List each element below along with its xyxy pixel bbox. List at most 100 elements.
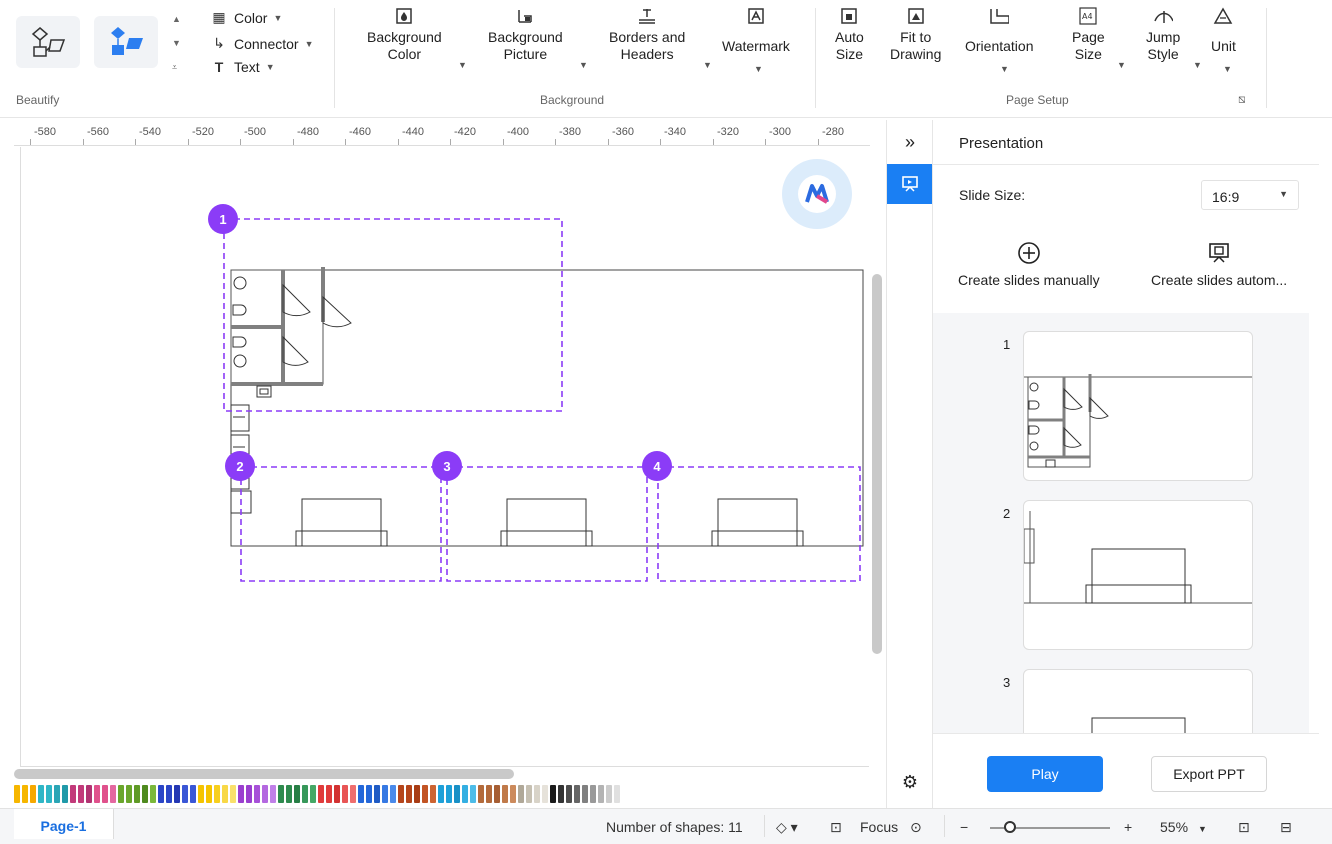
color-swatch[interactable]	[374, 785, 380, 803]
color-swatch[interactable]	[550, 785, 556, 803]
gallery-up-icon[interactable]: ▲	[172, 14, 181, 24]
color-swatch[interactable]	[350, 785, 356, 803]
floor-plan-drawing[interactable]: 1 2 3 4	[21, 147, 870, 767]
export-ppt-button[interactable]: Export PPT	[1151, 756, 1267, 792]
page-size-button[interactable]: A4 Page Size	[1072, 6, 1105, 63]
color-swatch[interactable]	[86, 785, 92, 803]
settings-gear-icon[interactable]: ⚙	[887, 762, 933, 802]
color-swatch[interactable]	[270, 785, 276, 803]
color-swatch[interactable]	[606, 785, 612, 803]
color-swatch[interactable]	[582, 785, 588, 803]
color-swatch[interactable]	[14, 785, 20, 803]
color-swatch[interactable]	[438, 785, 444, 803]
color-swatch[interactable]	[198, 785, 204, 803]
color-palette[interactable]	[14, 785, 882, 803]
play-button[interactable]: Play	[987, 756, 1103, 792]
background-picture-button[interactable]: Background Picture	[488, 6, 563, 63]
color-swatch[interactable]	[158, 785, 164, 803]
color-swatch[interactable]	[142, 785, 148, 803]
color-swatch[interactable]	[38, 785, 44, 803]
color-swatch[interactable]	[318, 785, 324, 803]
color-swatch[interactable]	[334, 785, 340, 803]
color-swatch[interactable]	[390, 785, 396, 803]
slide-size-select[interactable]: 16:9 ▼	[1201, 180, 1299, 210]
color-swatch[interactable]	[326, 785, 332, 803]
color-swatch[interactable]	[454, 785, 460, 803]
color-swatch[interactable]	[542, 785, 548, 803]
unit-button[interactable]: Unit	[1211, 6, 1236, 55]
color-swatch[interactable]	[358, 785, 364, 803]
panel-scrollbar[interactable]	[1309, 313, 1319, 733]
gallery-more-icon[interactable]: ⩡	[172, 62, 177, 73]
slide-item[interactable]: 3	[933, 669, 1319, 733]
color-swatch[interactable]	[422, 785, 428, 803]
color-swatch[interactable]	[430, 785, 436, 803]
orientation-button[interactable]: Orientation	[965, 6, 1033, 55]
color-swatch[interactable]	[518, 785, 524, 803]
chevron-down-icon[interactable]: ▼	[1193, 60, 1202, 70]
slide-thumbnail-list[interactable]: 1 2 3	[933, 313, 1319, 733]
color-swatch[interactable]	[590, 785, 596, 803]
drawing-canvas[interactable]: 1 2 3 4	[20, 147, 869, 767]
color-swatch[interactable]	[486, 785, 492, 803]
color-swatch[interactable]	[614, 785, 620, 803]
color-swatch[interactable]	[470, 785, 476, 803]
color-swatch[interactable]	[22, 785, 28, 803]
color-swatch[interactable]	[166, 785, 172, 803]
slide-frame-3[interactable]	[446, 466, 648, 582]
color-swatch[interactable]	[462, 785, 468, 803]
color-swatch[interactable]	[310, 785, 316, 803]
color-swatch[interactable]	[102, 785, 108, 803]
fit-page-icon[interactable]: ⊡	[1238, 819, 1250, 836]
slide-frame-2[interactable]	[240, 466, 442, 582]
slide-thumbnail-3[interactable]	[1023, 669, 1253, 733]
beautify-style-1[interactable]	[16, 16, 80, 68]
chevron-down-icon[interactable]: ▼	[1000, 64, 1009, 74]
horizontal-scroll-thumb[interactable]	[14, 769, 514, 779]
slide-item[interactable]: 2	[933, 500, 1319, 660]
color-swatch[interactable]	[126, 785, 132, 803]
color-swatch[interactable]	[278, 785, 284, 803]
zoom-out-icon[interactable]: −	[960, 819, 968, 835]
color-swatch[interactable]	[30, 785, 36, 803]
color-swatch[interactable]	[526, 785, 532, 803]
color-swatch[interactable]	[70, 785, 76, 803]
color-swatch[interactable]	[494, 785, 500, 803]
slide-thumbnail-1[interactable]	[1023, 331, 1253, 481]
color-swatch[interactable]	[414, 785, 420, 803]
chevron-down-icon[interactable]: ▼	[1198, 824, 1207, 834]
fit-width-icon[interactable]: ⊟	[1280, 819, 1292, 836]
color-swatch[interactable]	[118, 785, 124, 803]
fit-to-drawing-button[interactable]: Fit to Drawing	[890, 6, 941, 63]
toilet-stalls[interactable]	[230, 267, 352, 398]
dialog-launcher-icon[interactable]: ⧅	[1238, 92, 1246, 107]
color-swatch[interactable]	[54, 785, 60, 803]
chevron-down-icon[interactable]: ▼	[1223, 64, 1232, 74]
bed-2[interactable]	[500, 498, 593, 547]
background-color-button[interactable]: Background Color	[367, 6, 442, 63]
slide-frame-4[interactable]	[657, 466, 861, 582]
room-outline[interactable]	[230, 269, 864, 547]
color-swatch[interactable]	[174, 785, 180, 803]
color-button[interactable]: ▦ Color ▼	[210, 9, 282, 26]
chevron-down-icon[interactable]: ▼	[754, 64, 763, 74]
connector-button[interactable]: ↳ Connector ▼	[210, 35, 313, 52]
watermark-button[interactable]: Watermark	[722, 6, 790, 55]
color-swatch[interactable]	[134, 785, 140, 803]
color-swatch[interactable]	[510, 785, 516, 803]
color-swatch[interactable]	[222, 785, 228, 803]
zoom-level[interactable]: 55%	[1160, 819, 1188, 835]
zoom-in-icon[interactable]: +	[1124, 819, 1132, 835]
color-swatch[interactable]	[238, 785, 244, 803]
color-swatch[interactable]	[246, 785, 252, 803]
color-swatch[interactable]	[478, 785, 484, 803]
color-swatch[interactable]	[78, 785, 84, 803]
auto-size-button[interactable]: Auto Size	[835, 6, 864, 63]
chevron-down-icon[interactable]: ▼	[1117, 60, 1126, 70]
zoom-slider-handle[interactable]	[1004, 821, 1016, 833]
create-slides-auto-button[interactable]: Create slides autom...	[1151, 240, 1287, 288]
color-swatch[interactable]	[446, 785, 452, 803]
color-swatch[interactable]	[406, 785, 412, 803]
color-swatch[interactable]	[230, 785, 236, 803]
color-swatch[interactable]	[382, 785, 388, 803]
